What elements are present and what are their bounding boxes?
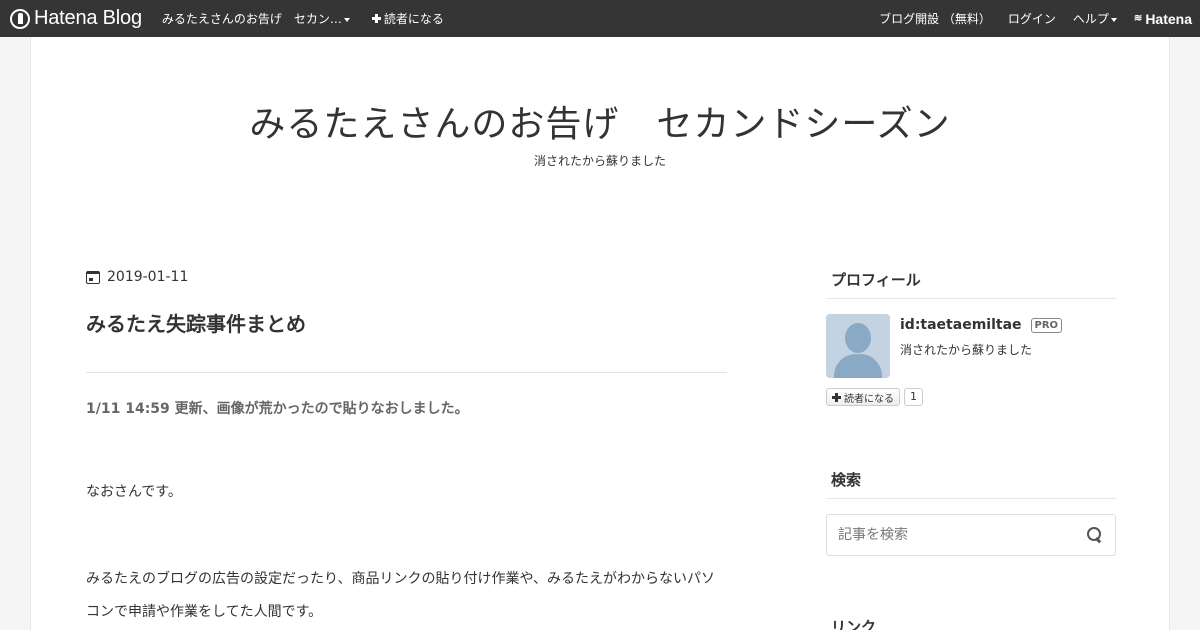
- sidebar: プロフィール id:taetaemiltae PRO 消されたから蘇りました 読…: [826, 269, 1116, 630]
- global-header: Hatena Blog みるたえさんのお告げ セカン… 読者になる ブログ開設 …: [0, 0, 1200, 37]
- profile-description: 消されたから蘇りました: [900, 343, 1033, 357]
- profile-info: id:taetaemiltae PRO 消されたから蘇りました: [900, 314, 1063, 378]
- link-module-title: リンク: [826, 616, 1116, 630]
- article-body: 1/11 14:59 更新、画像が荒かったので貼りなおしました。 なおさんです。…: [86, 397, 726, 629]
- subscribe-link[interactable]: 読者になる: [371, 10, 444, 27]
- profile: id:taetaemiltae PRO 消されたから蘇りました: [826, 314, 1116, 378]
- plus-icon: [832, 392, 841, 402]
- update-note: 1/11 14:59 更新、画像が荒かったので貼りなおしました。: [86, 401, 469, 417]
- profile-module: プロフィール id:taetaemiltae PRO 消されたから蘇りました 読…: [826, 269, 1116, 406]
- search-input[interactable]: [838, 527, 1068, 543]
- article-divider: [86, 372, 727, 373]
- help-menu-label: ヘルプ: [1072, 12, 1109, 26]
- chevron-down-icon: [343, 17, 350, 22]
- plus-icon: [371, 14, 381, 23]
- hatena-blog-logo-text: Hatena Blog: [34, 7, 142, 29]
- main-paragraph: みるたえのブログの広告の設定だったり、商品リンクの貼り付け作業や、みるたえがわか…: [86, 571, 716, 620]
- blog-description: 消されたから蘇りました: [533, 154, 666, 168]
- hatena-blog-logo[interactable]: Hatena Blog: [10, 0, 142, 37]
- subscribe-button[interactable]: 読者になる: [826, 388, 900, 406]
- hatena-logo[interactable]: ≋ Hatena: [1134, 11, 1192, 27]
- profile-id: id:taetaemiltae PRO: [900, 317, 1063, 333]
- pro-badge: PRO: [1030, 317, 1063, 333]
- subscribe-button-label: 読者になる: [844, 393, 894, 405]
- blog-name-label: みるたえさんのお告げ セカン…: [161, 12, 342, 26]
- content-container: みるたえさんのお告げ セカンドシーズン 消されたから蘇りました 2019-01-…: [30, 37, 1170, 630]
- hatena-fan-icon: ≋: [1133, 13, 1143, 24]
- open-blog-link[interactable]: ブログ開設 （無料）: [879, 10, 991, 27]
- search-module-title: 検索: [826, 469, 1116, 499]
- subscribe-row: 読者になる 1: [826, 388, 1116, 406]
- article-date[interactable]: 2019-01-11: [86, 269, 188, 285]
- intro-paragraph: なおさんです。: [86, 484, 182, 500]
- hatena-logo-text: Hatena: [1145, 10, 1192, 27]
- login-link[interactable]: ログイン: [1008, 10, 1056, 27]
- calendar-icon: [86, 270, 100, 284]
- hatena-blog-logo-icon: [10, 8, 30, 29]
- chevron-down-icon: [1110, 17, 1117, 22]
- article-date-text: 2019-01-11: [107, 269, 189, 285]
- avatar[interactable]: [826, 314, 890, 378]
- global-header-right: ブログ開設 （無料） ログイン ヘルプ ≋ Hatena: [862, 0, 1192, 37]
- blog-title[interactable]: みるたえさんのお告げ セカンドシーズン: [31, 95, 1169, 147]
- article-title[interactable]: みるたえ失踪事件まとめ: [86, 308, 306, 337]
- profile-id-link[interactable]: id:taetaemiltae: [900, 317, 1022, 333]
- subscribe-link-label: 読者になる: [383, 12, 444, 26]
- help-menu[interactable]: ヘルプ: [1073, 10, 1117, 27]
- blog-name-menu[interactable]: みるたえさんのお告げ セカン…: [162, 10, 350, 27]
- search-icon[interactable]: [1087, 527, 1103, 543]
- search-module: 検索: [826, 469, 1116, 556]
- link-module: リンク: [826, 616, 1116, 630]
- search-box: [826, 514, 1116, 556]
- subscriber-count[interactable]: 1: [904, 388, 923, 406]
- profile-module-title: プロフィール: [826, 269, 1116, 299]
- user-silhouette-icon: [845, 323, 871, 353]
